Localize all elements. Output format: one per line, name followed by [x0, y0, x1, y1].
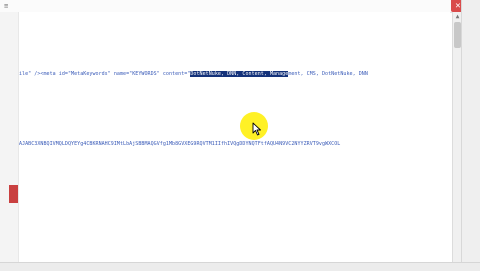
code-line-viewstate[interactable]: AJABC3XNBQIVMQLDQYEYg4CBKRNAHC9IMtLbAjSB…: [19, 141, 340, 148]
selected-text[interactable]: DotNetNuke, DNN, Content, Manage: [190, 71, 289, 77]
left-panel-edge: [0, 12, 19, 262]
menu-icon[interactable]: ≡: [4, 2, 18, 10]
window-frame-right: [461, 0, 480, 270]
code-text: AJABC3XNBQIVMQLDQYEYg4CBKRNAHC9IMtLbAjSB…: [19, 141, 341, 147]
mouse-pointer-icon: [252, 122, 261, 136]
source-view[interactable]: ile" /><meta id="MetaKeywords" name="KEY…: [19, 12, 450, 262]
editor-window: ≡ ✕ ile" /><meta id="MetaKeywords" name=…: [0, 0, 480, 271]
code-text-suffix: ment, CMS, DotNetNuke, DNN: [288, 71, 368, 77]
status-indicator: [9, 185, 18, 203]
close-icon: ✕: [455, 1, 461, 11]
scroll-thumb[interactable]: [454, 22, 461, 48]
code-line-meta-keywords[interactable]: ile" /><meta id="MetaKeywords" name="KEY…: [19, 71, 368, 78]
code-text-prefix: ile" /><meta id="MetaKeywords" name="KEY…: [19, 71, 191, 77]
chevron-up-icon[interactable]: ▲: [454, 13, 461, 20]
